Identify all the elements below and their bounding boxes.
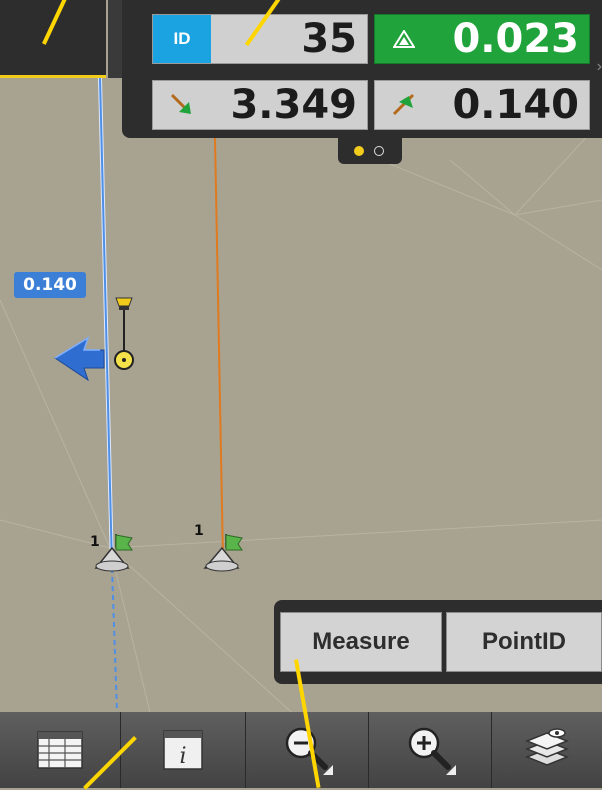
zoom-in-button[interactable] — [369, 712, 491, 788]
chevron-right-icon[interactable]: › — [597, 58, 602, 76]
point-a-label: 1 — [90, 534, 100, 550]
layers-icon — [524, 728, 570, 766]
measurement-hud[interactable]: ID 35 0.023 3.349 0.140 › — [122, 0, 602, 138]
layers-button[interactable] — [492, 712, 602, 788]
cross-offset-icon — [375, 81, 433, 129]
top-left-panel[interactable] — [0, 0, 106, 78]
id-label: ID — [173, 29, 191, 48]
delta-value: 0.023 — [452, 16, 579, 62]
table-icon — [37, 731, 83, 769]
measure-button[interactable]: Measure — [280, 612, 442, 672]
distance-badge: 0.140 — [14, 272, 86, 298]
page-dot-active[interactable] — [354, 146, 364, 156]
mode-button-bar: Measure PointID — [274, 600, 602, 684]
along-offset-icon — [153, 81, 211, 129]
point-id-value: 35 — [301, 16, 357, 62]
pointid-button[interactable]: PointID — [446, 612, 602, 672]
delta-cell[interactable]: 0.023 — [374, 14, 590, 64]
bottom-toolbar: i — [0, 712, 602, 788]
cross-offset-cell[interactable]: 0.140 — [374, 80, 590, 130]
info-button[interactable]: i — [121, 712, 245, 788]
panel-divider — [108, 0, 122, 78]
delta-icon — [375, 15, 433, 63]
page-indicator[interactable] — [338, 138, 402, 164]
svg-text:i: i — [179, 744, 186, 769]
zoom-in-icon — [408, 727, 456, 775]
table-button[interactable] — [0, 712, 120, 788]
point-b-label: 1 — [194, 523, 204, 539]
id-icon: ID — [153, 15, 211, 63]
cross-offset-value: 0.140 — [452, 82, 579, 128]
along-offset-cell[interactable]: 3.349 — [152, 80, 368, 130]
info-icon: i — [163, 730, 203, 770]
page-dot-inactive[interactable] — [374, 146, 384, 156]
along-offset-value: 3.349 — [230, 82, 357, 128]
